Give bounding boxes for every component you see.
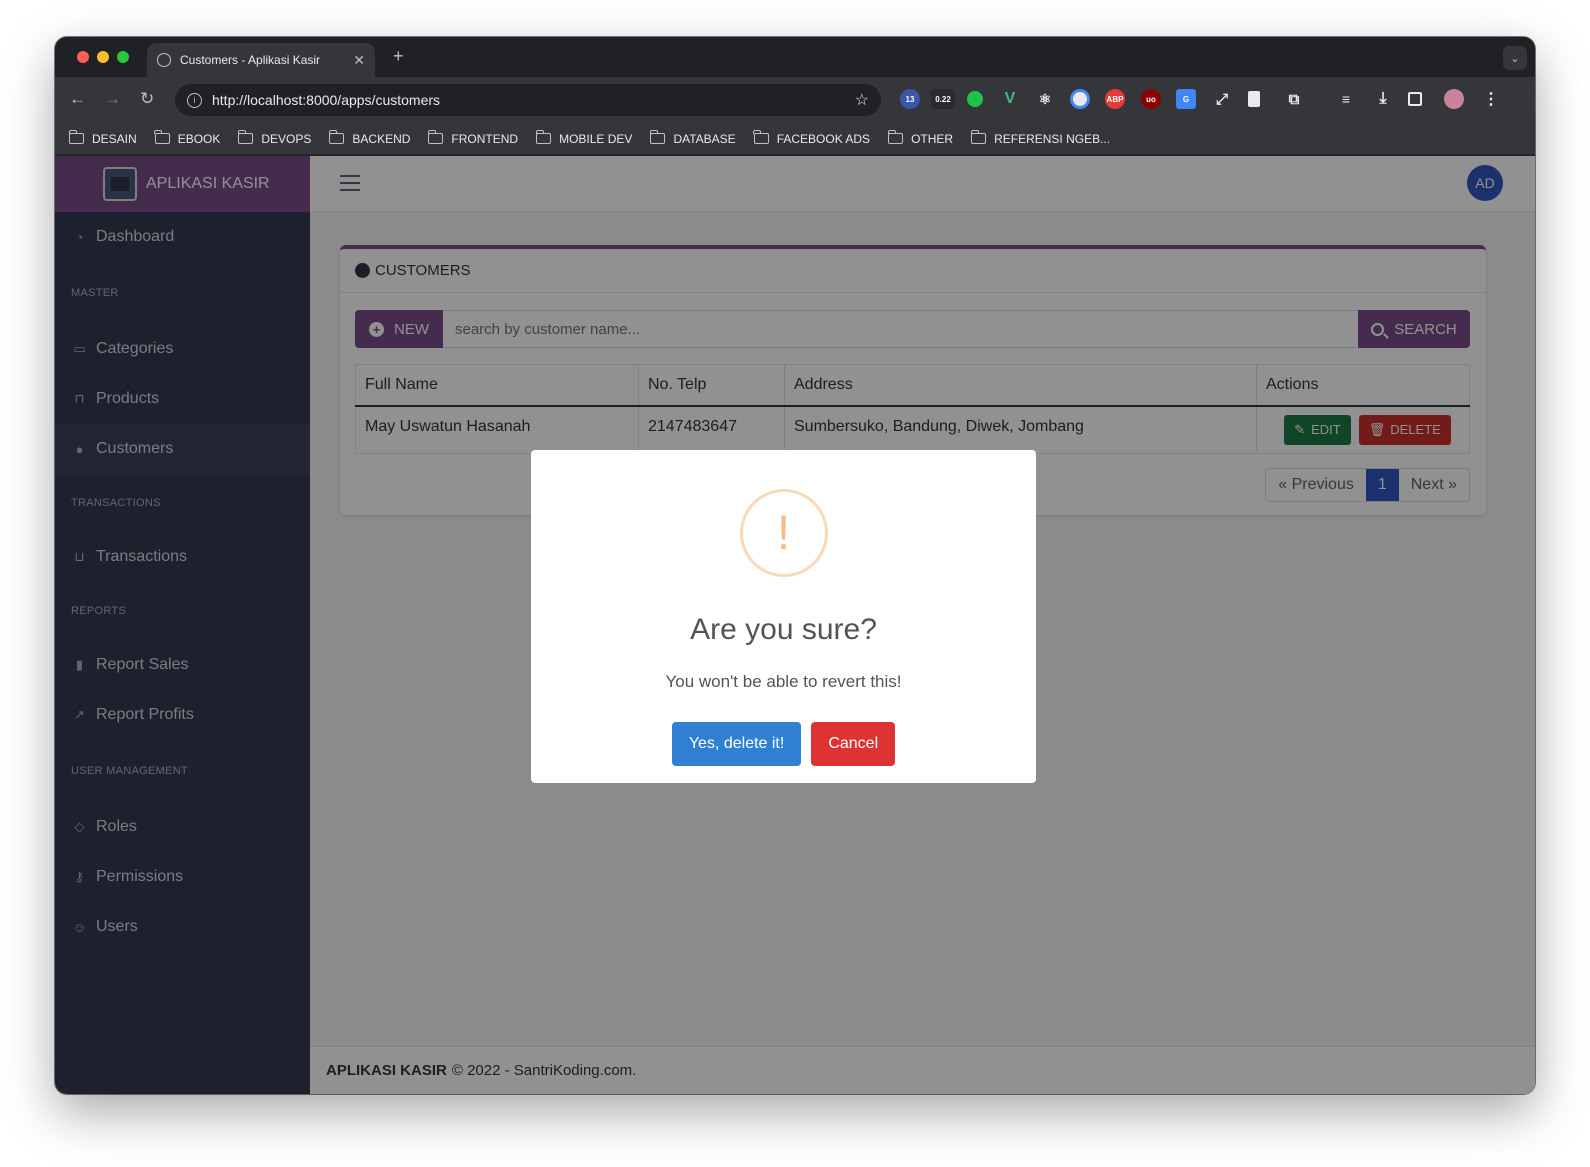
folder-icon (535, 130, 552, 144)
bookmark-folder[interactable]: OTHER (887, 130, 953, 146)
bookmark-folder[interactable]: DEVOPS (237, 130, 311, 146)
extensions-puzzle-icon[interactable]: ⧉ (1284, 89, 1304, 109)
maximize-window-button[interactable] (117, 51, 129, 63)
tab-search-button[interactable]: ⌄ (1503, 46, 1527, 70)
vue-devtools-icon[interactable]: V (1000, 89, 1020, 109)
minimize-window-button[interactable] (97, 51, 109, 63)
folder-icon (753, 130, 769, 144)
expand-icon[interactable]: ⤢ (1212, 89, 1232, 109)
reload-icon[interactable]: ↻ (140, 89, 154, 109)
bookmark-folder[interactable]: MOBILE DEV (535, 130, 632, 146)
folder-icon (328, 130, 345, 144)
confirm-delete-button[interactable]: Yes, delete it! (671, 722, 802, 766)
react-devtools-icon[interactable]: ⚛ (1035, 89, 1055, 109)
bookmark-folder[interactable]: DESAIN (68, 130, 137, 146)
extension-badge-icon[interactable]: 13 (900, 89, 920, 109)
forward-icon[interactable]: → (104, 89, 121, 109)
reading-list-icon[interactable]: ≡ (1336, 89, 1356, 109)
close-tab-icon[interactable]: ✕ (353, 52, 365, 69)
browser-menu-icon[interactable]: ⋮ (1481, 89, 1501, 109)
confirm-dialog: ! Are you sure? You won't be able to rev… (531, 450, 1036, 783)
folder-icon (970, 130, 987, 144)
folder-icon (887, 130, 904, 144)
bookmarks-bar: DESAIN EBOOK DEVOPS BACKEND FRONTEND MOB… (55, 123, 1535, 155)
browser-toolbar: ← → ↻ i http://localhost:8000/apps/custo… (55, 77, 1535, 123)
back-icon[interactable]: ← (69, 89, 86, 109)
site-info-icon[interactable]: i (187, 92, 202, 108)
folder-icon (649, 130, 666, 144)
bookmark-folder[interactable]: BACKEND (328, 130, 410, 146)
extension-green-dot-icon[interactable] (967, 91, 983, 107)
new-tab-button[interactable]: + (393, 46, 404, 67)
folder-icon (427, 130, 444, 144)
tab-strip: Customers - Aplikasi Kasir ✕ + ⌄ (55, 37, 1535, 77)
bookmark-folder[interactable]: EBOOK (154, 130, 220, 146)
bookmark-star-icon[interactable]: ☆ (855, 90, 869, 110)
extension-circle-icon[interactable] (1070, 89, 1090, 109)
extension-counter-icon[interactable]: 0.22 (931, 89, 955, 109)
cancel-button[interactable]: Cancel (811, 722, 896, 766)
profile-avatar-icon[interactable] (1444, 89, 1464, 109)
dialog-title: Are you sure? (690, 613, 877, 646)
window-controls (77, 51, 129, 63)
globe-icon (157, 53, 171, 67)
tab-title: Customers - Aplikasi Kasir (180, 53, 321, 67)
folder-icon (68, 130, 84, 144)
bookmark-folder[interactable]: FRONTEND (427, 130, 518, 146)
folder-icon (154, 130, 170, 144)
side-panel-icon[interactable] (1408, 92, 1422, 106)
folder-icon (237, 130, 254, 144)
close-window-button[interactable] (77, 51, 89, 63)
bookmark-folder[interactable]: FACEBOOK ADS (753, 130, 870, 146)
bookmark-folder[interactable]: REFERENSI NGEB... (970, 130, 1110, 146)
url-text: http://localhost:8000/apps/customers (212, 92, 441, 108)
browser-window: Customers - Aplikasi Kasir ✕ + ⌄ ← → ↻ i… (55, 37, 1535, 1094)
adblock-icon[interactable]: ABP (1105, 89, 1125, 109)
address-bar[interactable]: i http://localhost:8000/apps/customers ☆ (175, 84, 881, 116)
dialog-text: You won't be able to revert this! (665, 672, 902, 691)
ublock-icon[interactable]: uo (1141, 89, 1161, 109)
browser-tab[interactable]: Customers - Aplikasi Kasir ✕ (147, 43, 375, 77)
document-extension-icon[interactable] (1248, 91, 1260, 107)
warning-icon: ! (739, 489, 828, 577)
dialog-actions: Yes, delete it! Cancel (531, 722, 1036, 766)
download-icon[interactable]: ⤓ (1373, 89, 1393, 109)
bookmark-folder[interactable]: DATABASE (649, 130, 736, 146)
page-content: APLIKASI KASIR ◔ Dashboard MASTER ▭ Cate… (55, 156, 1535, 1094)
translate-icon[interactable]: G (1176, 89, 1196, 109)
